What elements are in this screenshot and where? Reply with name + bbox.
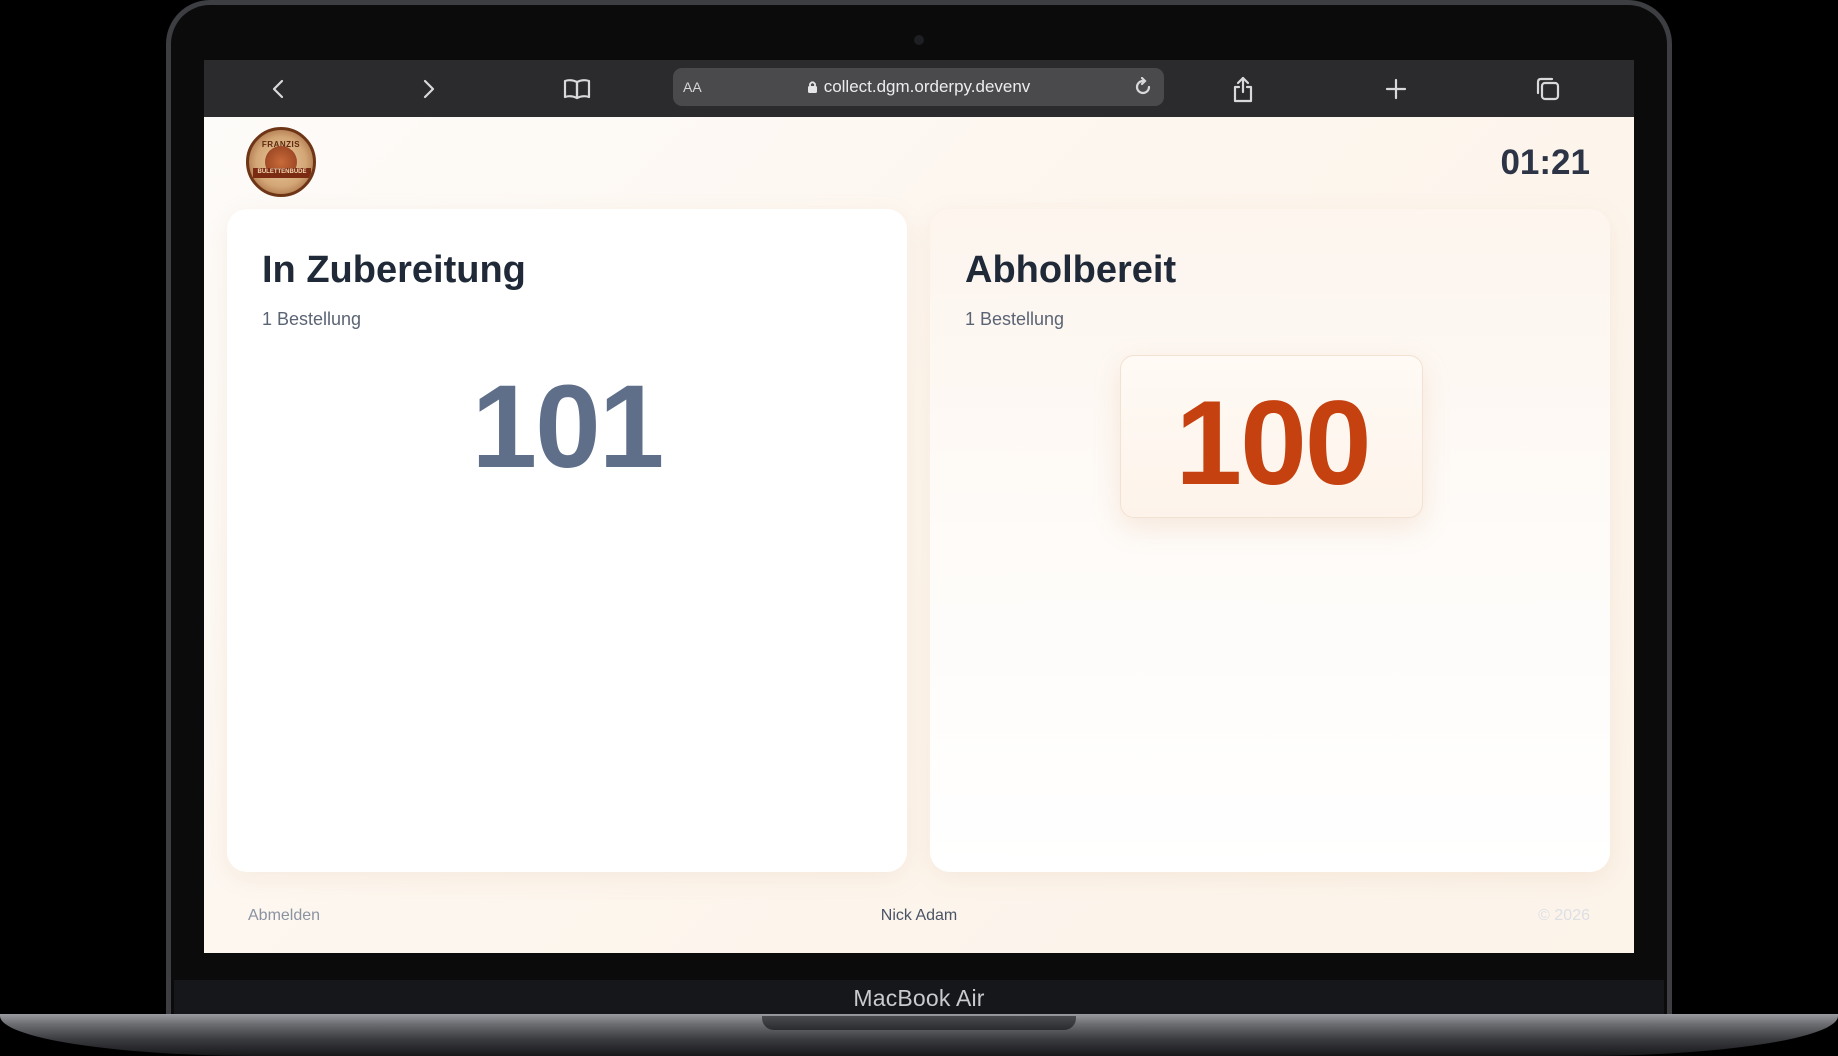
url-text: collect.dgm.orderpy.devenv	[823, 77, 1031, 96]
preparing-column: In Zubereitung 1 Bestellung 101	[227, 209, 907, 872]
stage: AA collect.dgm.orderpy.devenv FRANZIS BU…	[0, 0, 1838, 1056]
preparing-title: In Zubereitung	[262, 249, 526, 291]
preparing-count: 1 Bestellung	[262, 309, 362, 329]
back-button[interactable]	[262, 72, 296, 106]
order-number-ready: 100	[1175, 376, 1371, 510]
reload-button[interactable]	[1130, 74, 1156, 100]
page: FRANZIS BULETTENBUDE 01:21 In Zubereitun…	[204, 117, 1634, 953]
share-icon	[1233, 76, 1253, 103]
model-label: MacBook Air	[853, 985, 985, 1011]
ready-title: Abholbereit	[965, 249, 1177, 291]
share-button[interactable]	[1226, 72, 1260, 106]
footer: Nick Adam Abmelden © 2026	[204, 907, 1634, 931]
order-number-preparing: 101	[471, 361, 665, 493]
ready-count: 1 Bestellung	[965, 309, 1065, 329]
chevron-left-icon	[272, 79, 284, 99]
ready-column: Abholbereit 1 Bestellung 100	[930, 209, 1610, 872]
tabs-icon	[1536, 77, 1560, 101]
laptop-hinge-notch	[762, 1016, 1076, 1030]
forward-button[interactable]	[411, 72, 445, 106]
camera	[914, 35, 924, 45]
new-tab-button[interactable]	[1379, 72, 1413, 106]
book-icon	[563, 79, 591, 100]
chevron-right-icon	[423, 79, 435, 99]
reload-icon	[1135, 77, 1151, 95]
clock: 01:21	[1500, 143, 1590, 182]
address-bar[interactable]: AA collect.dgm.orderpy.devenv	[673, 68, 1164, 106]
plus-icon	[1385, 78, 1407, 100]
user-name: Nick Adam	[880, 907, 958, 924]
browser-toolbar: AA collect.dgm.orderpy.devenv	[204, 60, 1634, 117]
logout-link[interactable]: Abmelden	[248, 907, 320, 925]
brand-logo: FRANZIS BULETTENBUDE	[246, 127, 316, 197]
bookmarks-button[interactable]	[560, 72, 594, 106]
ready-order-tile[interactable]: 100	[1120, 355, 1423, 518]
lock-icon	[807, 79, 818, 99]
tabs-button[interactable]	[1531, 72, 1565, 106]
copyright: © 2026	[1538, 907, 1590, 924]
screen: AA collect.dgm.orderpy.devenv FRANZIS BU…	[204, 60, 1634, 953]
